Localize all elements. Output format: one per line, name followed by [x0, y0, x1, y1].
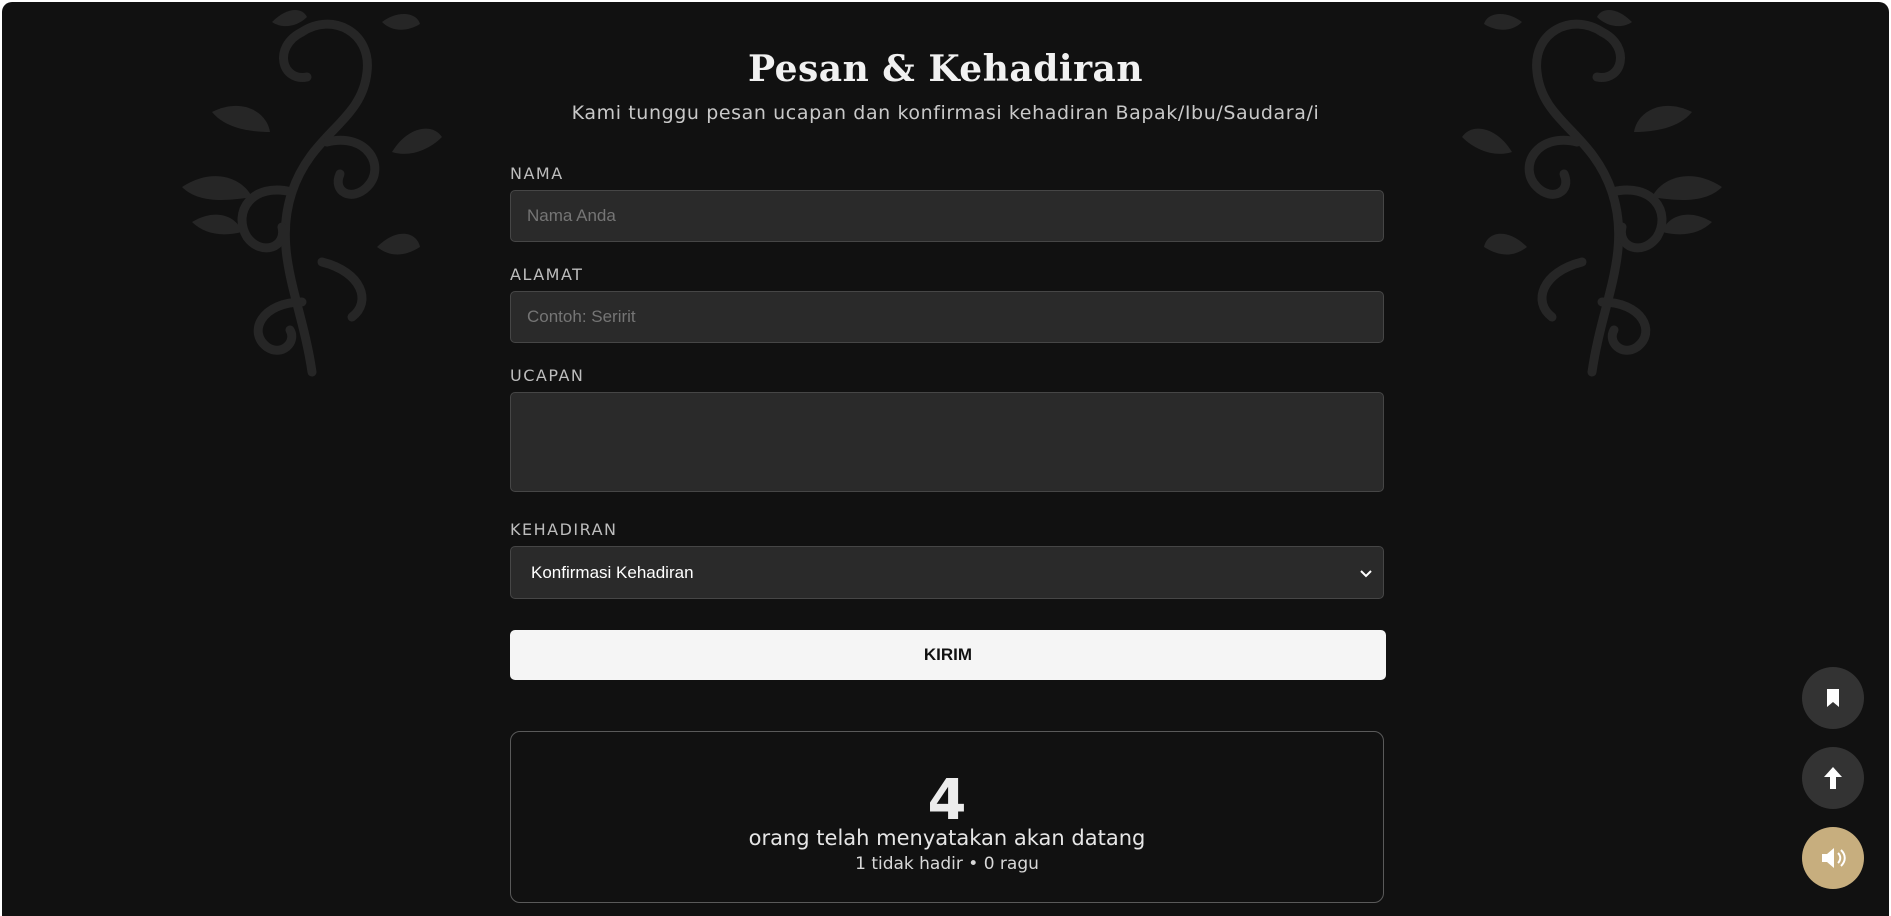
- message-label: UCAPAN: [510, 366, 585, 385]
- submit-button[interactable]: KIRIM: [510, 630, 1386, 680]
- address-label: ALAMAT: [510, 265, 584, 284]
- attending-text: orang telah menyatakan akan datang: [748, 826, 1146, 850]
- attendance-label: KEHADIRAN: [510, 520, 618, 539]
- attending-count: 4: [927, 768, 967, 833]
- message-textarea[interactable]: [510, 392, 1384, 492]
- bookmark-icon: [1827, 689, 1839, 707]
- attendance-select[interactable]: Konfirmasi Kehadiran: [510, 546, 1384, 599]
- rsvp-form: NAMA ALAMAT UCAPAN KEHADIRAN Konfirmasi …: [510, 2, 1386, 916]
- page-frame: Pesan & Kehadiran Kami tunggu pesan ucap…: [2, 2, 1889, 916]
- speaker-icon: [1822, 848, 1846, 868]
- chevron-down-icon: [1360, 569, 1372, 577]
- arrow-up-icon: [1824, 767, 1842, 789]
- attendance-summary: 1 tidak hadir • 0 ragu: [855, 854, 1039, 874]
- attendance-selected-value: Konfirmasi Kehadiran: [531, 562, 694, 582]
- scroll-top-button[interactable]: [1802, 747, 1864, 809]
- attendance-stats-card: 4 orang telah menyatakan akan datang 1 t…: [510, 731, 1384, 903]
- bookmark-button[interactable]: [1802, 667, 1864, 729]
- address-input[interactable]: [510, 291, 1384, 343]
- name-input[interactable]: [510, 190, 1384, 242]
- audio-toggle-button[interactable]: [1802, 827, 1864, 889]
- name-label: NAMA: [510, 164, 564, 183]
